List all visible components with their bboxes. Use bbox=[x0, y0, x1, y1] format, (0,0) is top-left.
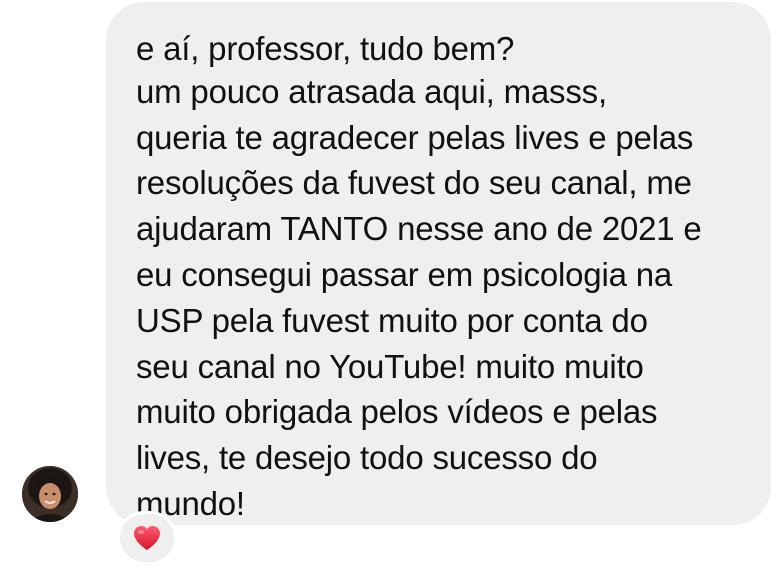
message-line: lives, te desejo todo sucesso do bbox=[136, 439, 598, 477]
message-line: resoluções da fuvest do seu canal, me bbox=[136, 164, 692, 202]
message-line: seu canal no YouTube! muito muito bbox=[136, 347, 644, 385]
message-line: e aí, professor, tudo bem? bbox=[136, 30, 515, 67]
message-line: ajudaram TANTO nesse ano de 2021 e bbox=[136, 210, 702, 248]
sender-avatar[interactable] bbox=[22, 466, 78, 522]
message-line: muito obrigada pelos vídeos e pelas bbox=[136, 393, 658, 431]
heart-icon bbox=[134, 526, 160, 550]
message-line: eu consegui passar em psicologia na bbox=[136, 255, 673, 293]
message-line: queria te agradecer pelas lives e pelas bbox=[136, 118, 694, 156]
message-bubble[interactable]: e aí, professor, tudo bem? um pouco atra… bbox=[106, 2, 771, 525]
message-line: USP pela fuvest muito por conta do bbox=[136, 301, 648, 339]
avatar-photo bbox=[22, 466, 78, 522]
message-line: um pouco atrasada aqui, masss, bbox=[136, 72, 607, 110]
message-line: mundo! bbox=[136, 484, 245, 522]
reaction-badge[interactable] bbox=[117, 511, 177, 565]
